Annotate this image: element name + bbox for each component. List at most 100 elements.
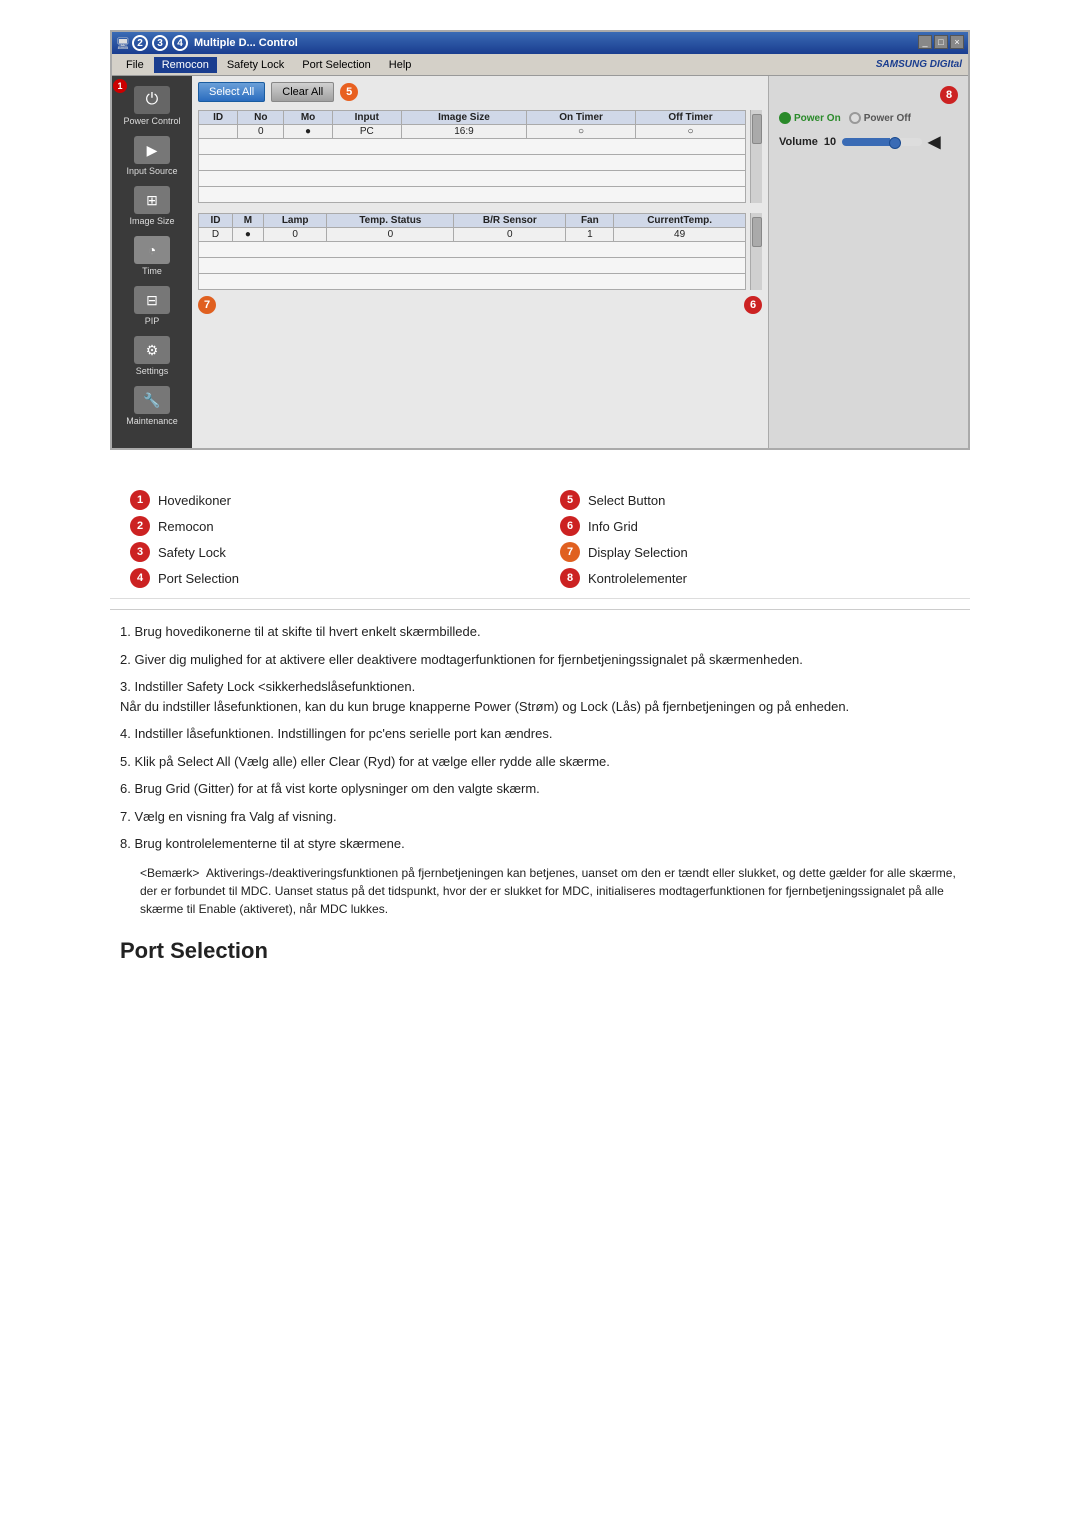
pip-icon: ⊟	[134, 286, 170, 314]
legend-num-1: 1	[130, 490, 150, 510]
sidebar-label-power: Power Control	[123, 116, 180, 126]
power-off-label: Power Off	[864, 113, 911, 124]
desc-item-3: Indstiller Safety Lock <sikkerhedslåsefu…	[120, 677, 960, 716]
col-mo: Mo	[284, 111, 332, 125]
menu-port-selection[interactable]: Port Selection	[294, 57, 378, 73]
legend-label-3: Safety Lock	[158, 545, 226, 560]
power-row: Power On Power Off	[779, 112, 958, 124]
note-prefix: <Bemærk>	[140, 866, 199, 880]
badge-6: 6	[744, 296, 762, 314]
right-panel: 8 Power On Power Off Volume 10 ◀	[768, 76, 968, 448]
desc-item-6: Brug Grid (Gitter) for at få vist korte …	[120, 779, 960, 799]
desc-item-8: Brug kontrolelementerne til at styre skæ…	[120, 834, 960, 854]
power-off-radio[interactable]: Power Off	[849, 112, 911, 124]
col-off-timer: Off Timer	[635, 111, 745, 125]
time-icon: ◔	[134, 236, 170, 264]
cell-id2: D	[199, 228, 233, 242]
power-on-label: Power On	[794, 113, 841, 124]
menubar: File Remocon Safety Lock Port Selection …	[112, 54, 968, 76]
col-br-sensor: B/R Sensor	[454, 214, 566, 228]
badge-7: 7	[198, 296, 216, 314]
power-on-radio[interactable]: Power On	[779, 112, 841, 124]
badge-8-row: 8	[779, 86, 958, 104]
app-screenshot: 🖥 2 3 4 Multiple D... Control _ □ × File…	[110, 30, 970, 450]
legend-item-3: 3 Safety Lock	[130, 542, 520, 562]
sidebar-item-power-control[interactable]: ⏻ Power Control 1	[116, 82, 188, 130]
badge-2: 2	[132, 35, 148, 51]
cell-input: PC	[332, 125, 401, 139]
scroll-thumb[interactable]	[752, 114, 762, 144]
clear-all-button[interactable]: Clear All	[271, 82, 334, 102]
col-on-timer: On Timer	[527, 111, 636, 125]
legend-label-8: Kontrolelementer	[588, 571, 687, 586]
sidebar-item-maintenance[interactable]: 🔧 Maintenance	[116, 382, 188, 430]
note-box: <Bemærk> Aktiverings-/deaktiveringsfunkt…	[140, 864, 960, 918]
sidebar-label-time: Time	[142, 266, 162, 276]
badge-3: 3	[152, 35, 168, 51]
sidebar-item-pip[interactable]: ⊟ PIP	[116, 282, 188, 330]
legend-num-3: 3	[130, 542, 150, 562]
samsung-logo: SAMSUNG DIGItal	[876, 59, 962, 70]
table-row	[199, 155, 746, 171]
col-id2: ID	[199, 214, 233, 228]
volume-row: Volume 10 ◀	[779, 132, 958, 152]
legend-item-7: 7 Display Selection	[560, 542, 950, 562]
upper-grid-container: ID No Mo Input Image Size On Timer Off T…	[198, 110, 746, 203]
legend-item-5: 5 Select Button	[560, 490, 950, 510]
table-row: 0 ● PC 16:9 ○ ○	[199, 125, 746, 139]
desc-item-5: Klik på Select All (Vælg alle) eller Cle…	[120, 752, 960, 772]
maintenance-icon: 🔧	[134, 386, 170, 414]
minimize-button[interactable]: _	[918, 35, 932, 49]
window-titlebar: 🖥 2 3 4 Multiple D... Control _ □ ×	[112, 32, 968, 54]
sidebar-item-time[interactable]: ◔ Time	[116, 232, 188, 280]
volume-icon[interactable]: ◀	[928, 132, 940, 152]
cell-temp-status: 0	[327, 228, 454, 242]
cell-id	[199, 125, 238, 139]
legend-num-4: 4	[130, 568, 150, 588]
lower-grid-container: ID M Lamp Temp. Status B/R Sensor Fan Cu…	[198, 213, 746, 290]
legend-item-1: 1 Hovedikoner	[130, 490, 520, 510]
menu-file[interactable]: File	[118, 57, 152, 73]
divider	[110, 609, 970, 610]
window-content: ⏻ Power Control 1 ▶ Input Source ⊞ Image…	[112, 76, 968, 448]
maximize-button[interactable]: □	[934, 35, 948, 49]
close-button[interactable]: ×	[950, 35, 964, 49]
legend-label-6: Info Grid	[588, 519, 638, 534]
menu-help[interactable]: Help	[381, 57, 420, 73]
sidebar-label-image: Image Size	[129, 216, 174, 226]
lower-scrollbar[interactable]	[750, 213, 762, 290]
legend-label-2: Remocon	[158, 519, 214, 534]
window-title: Multiple D... Control	[194, 37, 298, 49]
volume-slider[interactable]	[842, 138, 922, 146]
lower-grid-table: ID M Lamp Temp. Status B/R Sensor Fan Cu…	[198, 213, 746, 290]
volume-value: 10	[824, 136, 836, 148]
cell-br-sensor: 0	[454, 228, 566, 242]
scroll-thumb-2[interactable]	[752, 217, 762, 247]
badge-4: 4	[172, 35, 188, 51]
menu-safety-lock[interactable]: Safety Lock	[219, 57, 292, 73]
legend-item-4: 4 Port Selection	[130, 568, 520, 588]
cell-on-timer: ○	[527, 125, 636, 139]
menu-remocon[interactable]: Remocon	[154, 57, 217, 73]
sidebar-badge-1: 1	[113, 79, 127, 93]
sidebar: ⏻ Power Control 1 ▶ Input Source ⊞ Image…	[112, 76, 192, 448]
legend-num-8: 8	[560, 568, 580, 588]
sidebar-label-maintenance: Maintenance	[126, 416, 178, 426]
sidebar-item-image-size[interactable]: ⊞ Image Size	[116, 182, 188, 230]
upper-grid-table: ID No Mo Input Image Size On Timer Off T…	[198, 110, 746, 203]
upper-scrollbar[interactable]	[750, 110, 762, 203]
sidebar-label-settings: Settings	[136, 366, 169, 376]
sidebar-item-settings[interactable]: ⚙ Settings	[116, 332, 188, 380]
col-m: M	[232, 214, 263, 228]
sidebar-item-input-source[interactable]: ▶ Input Source	[116, 132, 188, 180]
col-input: Input	[332, 111, 401, 125]
table-row	[199, 187, 746, 203]
window-controls[interactable]: _ □ ×	[918, 35, 964, 49]
select-all-button[interactable]: Select All	[198, 82, 265, 102]
cell-mo: ●	[284, 125, 332, 139]
image-size-icon: ⊞	[134, 186, 170, 214]
cell-current-temp: 49	[614, 228, 746, 242]
sidebar-label-input: Input Source	[126, 166, 177, 176]
lower-grid-row: ID M Lamp Temp. Status B/R Sensor Fan Cu…	[198, 213, 762, 290]
sidebar-label-pip: PIP	[145, 316, 160, 326]
